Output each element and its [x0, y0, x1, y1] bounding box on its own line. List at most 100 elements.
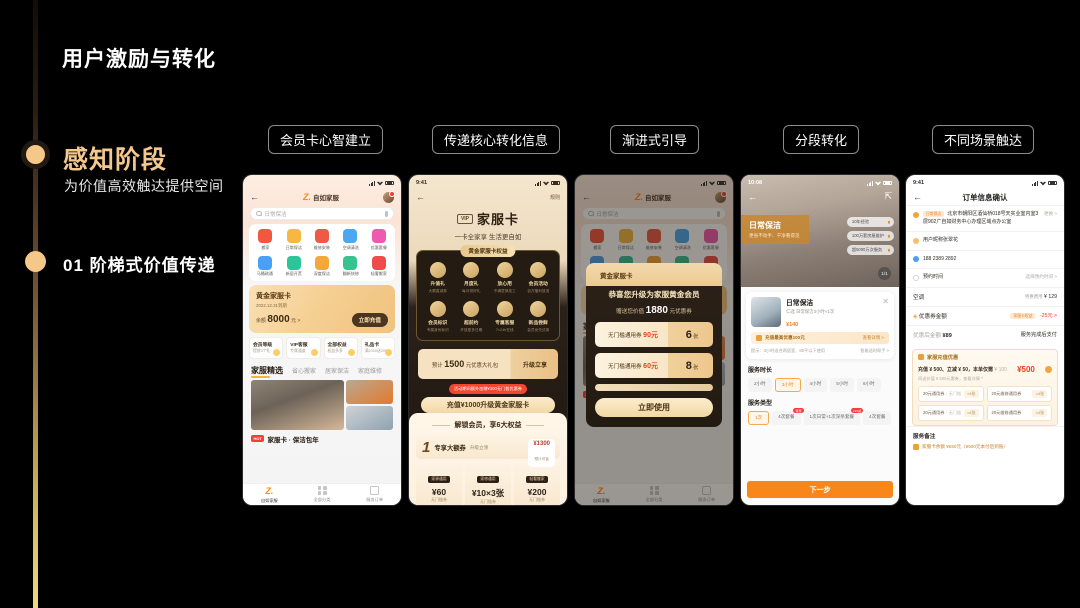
- coupon-card[interactable]: 轻奢搬家 ¥200 无门槛券: [514, 464, 560, 505]
- benefit-sub: 会员优先试用: [527, 328, 550, 332]
- signal-icon: [369, 180, 375, 186]
- upgrade-button[interactable]: 充值¥1000升级黄金家服卡: [421, 397, 555, 413]
- category-item[interactable]: 马桶疏通: [251, 255, 279, 278]
- rules-link[interactable]: 规则: [550, 194, 560, 201]
- benefit-item[interactable]: 超前约 开放更多日期: [455, 301, 489, 333]
- benefit-item[interactable]: 新品尝鲜 会员优先试用: [522, 301, 556, 333]
- promo-action[interactable]: 查看详情 >: [863, 335, 884, 341]
- tip-action[interactable]: 智能适时帮手 >: [860, 348, 889, 354]
- gallery-image-3[interactable]: [346, 405, 393, 430]
- promo-coupon-title: 20元通用券｜无门槛: [923, 409, 962, 415]
- avatar[interactable]: [383, 190, 395, 203]
- benefit-card[interactable]: 会员等级 提前3个礼: [249, 336, 284, 359]
- tab-featured[interactable]: 家服精选: [251, 365, 283, 378]
- type-badge: ¥23减: [851, 408, 864, 413]
- phone-section: 188 2389 2892: [906, 249, 1064, 269]
- category-item[interactable]: 新居开荒: [279, 255, 307, 278]
- duration-header: 服务时长: [748, 368, 773, 374]
- benefit-item[interactable]: 放心用 不满意换技工: [488, 262, 522, 294]
- benefit-item[interactable]: 升值礼 大额直减券: [421, 262, 455, 294]
- brand-lockup: Z. 自如家服: [264, 192, 378, 202]
- hero-title: 家服卡: [477, 212, 520, 227]
- hot-item[interactable]: HOT 家服卡 · 保洁包年: [251, 434, 393, 444]
- tabbar-categories[interactable]: 全部分类: [296, 486, 349, 503]
- clock-icon: [463, 301, 480, 317]
- type-option[interactable]: 4次套餐 特惠: [772, 408, 804, 425]
- coupon-count: 6: [685, 328, 692, 341]
- tab-moving[interactable]: 省心搬家: [292, 366, 316, 375]
- gift-action[interactable]: 升级立享: [512, 360, 558, 369]
- benefit-card[interactable]: VIP客服 专属通道: [286, 336, 321, 359]
- wifi-icon: [543, 181, 549, 186]
- category-item[interactable]: 轻奢搬家: [365, 255, 393, 278]
- duration-option[interactable]: 5小时: [830, 378, 854, 392]
- benefit-item[interactable]: 会员活动 百万福利放送: [522, 262, 556, 294]
- next-step-button[interactable]: 下一步: [747, 481, 893, 498]
- share-icon[interactable]: ⇱: [884, 191, 892, 202]
- coupon-card[interactable]: 家修通用 ¥10×3张 无门槛券: [465, 464, 511, 505]
- duration-option-selected[interactable]: 3小时: [774, 378, 801, 392]
- promo-note[interactable]: 再送价值 ¥ 500元惠券，查看详情 ^: [918, 376, 1052, 382]
- benefits-grid: 升值礼 大额直减券 月度礼 每月领好礼 放心用 不满意换技工 会员活动 百万福利放送 会…: [421, 262, 555, 333]
- back-icon[interactable]: ←: [416, 192, 425, 202]
- search-input[interactable]: 日常保洁: [250, 207, 394, 220]
- recharge-button[interactable]: 立即充值: [351, 312, 388, 327]
- select-time-link[interactable]: 选择预约时间 >: [1025, 274, 1057, 280]
- trust-badge: 10年经验: [846, 217, 894, 227]
- category-item[interactable]: 深度保洁: [308, 255, 336, 278]
- signal-icon: [535, 180, 541, 186]
- hot-badge: HOT: [251, 435, 265, 442]
- promo-banner[interactable]: 充值最高优惠100元 查看详情 >: [751, 332, 889, 344]
- modal-sub-suffix: 元优惠券: [669, 309, 692, 315]
- category-item[interactable]: 空调清洗: [336, 229, 364, 251]
- benefit-item[interactable]: 专属客服 7×24h在线: [488, 301, 522, 333]
- balance-unit: 元 >: [291, 318, 301, 324]
- address-section[interactable]: 日常保洁 北京市朝阳区酒仙桥018号天实业室内室3层902广自如财务中心办理区域点…: [906, 205, 1064, 231]
- type-option[interactable]: 4次套餐: [863, 411, 892, 425]
- gallery-image-2[interactable]: [346, 379, 393, 404]
- gallery-image-main[interactable]: [251, 379, 345, 430]
- benefit-item[interactable]: 会员标识 专属身份标识: [421, 301, 455, 333]
- duration-option[interactable]: 6小时: [857, 378, 881, 392]
- type-option[interactable]: 1次日常+1次深杀套餐 ¥23减: [803, 408, 864, 425]
- tab-repair[interactable]: 家庭维修: [358, 366, 382, 375]
- close-icon[interactable]: ✕: [882, 297, 889, 328]
- category-item[interactable]: 维修安装: [308, 229, 336, 251]
- benefit-sub: 百万福利放送: [527, 289, 550, 293]
- category-item[interactable]: 翻新快修: [336, 255, 364, 278]
- back-icon[interactable]: ←: [250, 192, 259, 202]
- category-item[interactable]: 优惠套餐: [365, 229, 393, 251]
- duration-option[interactable]: 4小时: [803, 378, 828, 392]
- privilege-title: 专享大额券: [434, 445, 466, 452]
- category-label: 空调清洗: [342, 244, 359, 250]
- coupon-card[interactable]: 家驿通用 ¥60 无门槛券: [416, 464, 462, 505]
- signal-icon: [1032, 180, 1038, 186]
- type-option-selected[interactable]: 1次: [748, 411, 770, 425]
- time-section[interactable]: 预约时间 选择预约时间 >: [906, 268, 1064, 287]
- service-info: 日常保洁 仁选 日常保洁3小时×1次 ¥140: [786, 297, 877, 328]
- after-label-text: 优惠后金额: [913, 332, 941, 339]
- duration-option[interactable]: 2小时: [748, 378, 772, 392]
- tabbar-home[interactable]: Z. 自如家服: [243, 485, 296, 504]
- time-line: 预约时间 选择预约时间 >: [913, 274, 1057, 282]
- tabbar-orders[interactable]: 服务订单: [348, 486, 401, 503]
- membership-card[interactable]: 黄金家服卡 2022.12.31到期 余额 8000 元 > 立即充值: [249, 285, 395, 333]
- change-address-link[interactable]: 更换 >: [1044, 211, 1057, 217]
- category-item[interactable]: 搬家: [251, 229, 279, 251]
- category-label: 深度保洁: [313, 271, 331, 276]
- gift-banner[interactable]: 预计 1500 元优惠大礼包 升级立享: [418, 349, 558, 379]
- check-icon[interactable]: [1044, 365, 1052, 373]
- tab-cleaning[interactable]: 居家保洁: [325, 366, 349, 375]
- benefit-card[interactable]: 全部权益 权益多多: [323, 336, 358, 359]
- benefit-card[interactable]: 礼品卡 满1000送200: [360, 336, 395, 359]
- back-icon[interactable]: ←: [748, 192, 757, 202]
- benefit-item[interactable]: 月度礼 每月领好礼: [455, 262, 489, 294]
- back-icon[interactable]: ←: [913, 192, 922, 202]
- coupon-row[interactable]: ◈ 优惠券金额 家服卡权益 -25元 >: [906, 305, 1064, 325]
- use-now-button[interactable]: 立即使用: [595, 398, 713, 417]
- microphone-icon[interactable]: [384, 210, 388, 217]
- coupon-unit: 张: [693, 364, 699, 371]
- ac-label: 空调: [913, 294, 925, 301]
- battery-icon: [385, 180, 394, 186]
- category-item[interactable]: 日常保洁: [279, 229, 307, 251]
